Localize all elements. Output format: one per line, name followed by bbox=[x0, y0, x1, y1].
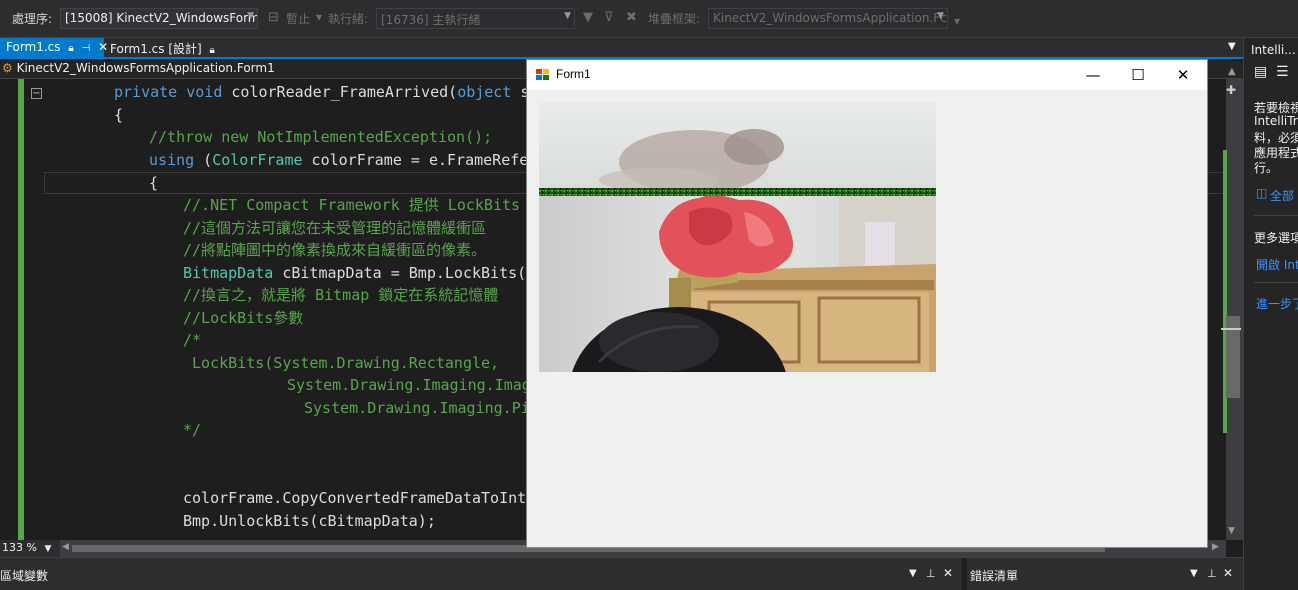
change-tracking-bar bbox=[18, 79, 24, 540]
split-icon[interactable]: ▲ bbox=[1228, 66, 1236, 77]
suspend-icon[interactable]: ⊟ bbox=[268, 10, 279, 25]
scroll-left-icon[interactable]: ◀ bbox=[62, 542, 69, 552]
pin-icon[interactable]: ⊥ bbox=[926, 567, 936, 580]
expand-icon[interactable]: ✚ bbox=[1226, 83, 1236, 97]
chevron-down-icon[interactable]: ▼ bbox=[909, 568, 917, 579]
maximize-button[interactable]: ☐ bbox=[1115, 62, 1161, 88]
stackframe-label: 堆疊框架: bbox=[648, 12, 701, 26]
thread-combo-value: [16736] 主執行緒 bbox=[381, 13, 481, 27]
intellitrace-desc-line: IntelliTra bbox=[1254, 114, 1298, 128]
more-options-heading: 更多選項 bbox=[1254, 231, 1298, 245]
flag-threads-icon[interactable]: ✖ bbox=[626, 10, 637, 25]
form1-title: Form1 bbox=[556, 67, 591, 81]
code-line: Bmp.UnlockBits(cBitmapData); bbox=[183, 512, 436, 530]
divider bbox=[1254, 282, 1298, 283]
code-line: { bbox=[114, 106, 124, 124]
list-view-icon[interactable]: ▤ bbox=[1254, 64, 1267, 80]
chevron-down-icon: ▼ bbox=[247, 11, 254, 21]
code-line: //這個方法可讓您在未受管理的記憶體緩衝區 bbox=[183, 219, 487, 237]
code-line: LockBits(System.Drawing.Rectangle, bbox=[183, 354, 500, 372]
bottom-panel-bar bbox=[0, 557, 1243, 590]
code-line: BitmapData cBitmapData = Bmp.LockBits(Re bbox=[183, 264, 545, 282]
stackframe-combo[interactable]: KinectV2_WindowsFormsApplication.Fc ▼ bbox=[708, 8, 948, 29]
process-label: 處理序: bbox=[12, 12, 53, 26]
code-line: */ bbox=[183, 421, 202, 439]
chevron-down-icon: ▼ bbox=[44, 544, 52, 554]
stackframe-combo-value: KinectV2_WindowsFormsApplication.Fc bbox=[713, 11, 947, 25]
close-icon[interactable]: ✕ bbox=[943, 566, 953, 580]
camera-frame-image bbox=[539, 102, 936, 372]
code-line: //.NET Compact Framework 提供 LockBits 力 bbox=[183, 196, 545, 214]
lock-icon: 🔒︎ bbox=[68, 43, 74, 54]
process-combo-value: [15008] KinectV2_WindowsForm bbox=[65, 11, 258, 25]
divider bbox=[1254, 215, 1298, 216]
code-line: //LockBits參數 bbox=[183, 309, 304, 327]
learn-more-link[interactable]: 進一步了 bbox=[1256, 295, 1298, 312]
pin-icon[interactable]: ⊣ bbox=[82, 43, 91, 54]
suspend-label: 暫止 bbox=[286, 12, 311, 26]
class-path: KinectV2_WindowsFormsApplication.Form1 bbox=[16, 61, 275, 75]
close-icon[interactable]: ✕ bbox=[1223, 566, 1233, 580]
zoom-combo[interactable]: 133 % ▼ bbox=[0, 540, 60, 557]
caret-position-marker bbox=[1221, 328, 1241, 330]
code-line: { bbox=[149, 174, 159, 192]
error-list-panel-title[interactable]: 錯誤清單 bbox=[970, 567, 1018, 584]
zoom-value: 133 % bbox=[2, 541, 37, 554]
code-line: System.Drawing.Imaging.Pix bbox=[304, 399, 539, 417]
code-line: /* bbox=[183, 331, 202, 349]
code-line: System.Drawing.Imaging.Image bbox=[287, 376, 540, 394]
form-app-icon bbox=[536, 67, 550, 81]
filter-toggle-icon[interactable]: ⊽ bbox=[604, 10, 614, 25]
toolbar-overflow-icon[interactable]: ▾ bbox=[954, 14, 960, 28]
tab-form1-designer[interactable]: Form1.cs [設計] 🔒︎ bbox=[104, 38, 224, 57]
chevron-down-icon: ▼ bbox=[937, 11, 944, 21]
thread-combo[interactable]: [16736] 主執行緒 ▼ bbox=[376, 8, 575, 29]
minimize-button[interactable]: — bbox=[1070, 62, 1116, 88]
scroll-right-icon[interactable]: ▶ bbox=[1212, 542, 1219, 552]
class-icon: ⚙ bbox=[2, 61, 13, 75]
intellitrace-title[interactable]: Intelli... bbox=[1251, 43, 1296, 57]
close-button[interactable]: ✕ bbox=[1160, 62, 1206, 88]
code-line: colorFrame.CopyConvertedFrameDataToIntPt bbox=[183, 489, 545, 507]
vertical-scrollbar[interactable] bbox=[1226, 79, 1243, 540]
code-line: //throw new NotImplementedException(); bbox=[149, 128, 493, 146]
intellitrace-desc-line: 行。 bbox=[1254, 161, 1279, 175]
view-all-link[interactable]: 全部 bbox=[1270, 187, 1294, 204]
code-line: private void colorReader_FrameArrived(ob… bbox=[114, 83, 548, 101]
tab-overflow-icon[interactable]: ▼ bbox=[1228, 41, 1236, 52]
chevron-down-icon[interactable]: ▼ bbox=[1190, 568, 1198, 579]
code-line: //換言之，就是將 Bitmap 鎖定在系統記憶體 bbox=[183, 286, 499, 304]
tree-view-icon[interactable]: ☰ bbox=[1276, 64, 1289, 80]
filter-icon[interactable]: ▼ bbox=[583, 10, 593, 25]
locals-panel-title[interactable]: 區域變數 bbox=[0, 567, 48, 584]
chevron-down-icon[interactable]: ▾ bbox=[316, 10, 322, 24]
tab-label: Form1.cs [設計] bbox=[110, 42, 202, 56]
chevron-down-icon: ▼ bbox=[564, 11, 571, 21]
panel-splitter[interactable] bbox=[962, 558, 967, 590]
scroll-down-icon[interactable]: ▼ bbox=[1228, 526, 1235, 536]
tab-form1-cs[interactable]: Form1.cs 🔒︎ ⊣ ✕ bbox=[0, 38, 108, 57]
code-line: using (ColorFrame colorFrame = e.FrameRe… bbox=[149, 151, 547, 169]
code-line: //將點陣圖中的像素換成來自緩衝區的像素。 bbox=[183, 241, 487, 259]
process-combo[interactable]: [15008] KinectV2_WindowsForm ▼ bbox=[60, 8, 258, 29]
lock-icon: 🔒︎ bbox=[209, 45, 215, 56]
pin-icon[interactable]: ⊥ bbox=[1207, 567, 1217, 580]
collapse-icon[interactable]: − bbox=[31, 88, 42, 99]
thread-label: 執行緒: bbox=[328, 12, 369, 26]
book-icon: ◫ bbox=[1256, 186, 1268, 200]
camera-picture-box bbox=[539, 102, 936, 372]
tab-label: Form1.cs bbox=[6, 40, 61, 54]
open-intellitrace-link[interactable]: 開啟 Inte bbox=[1256, 256, 1298, 273]
